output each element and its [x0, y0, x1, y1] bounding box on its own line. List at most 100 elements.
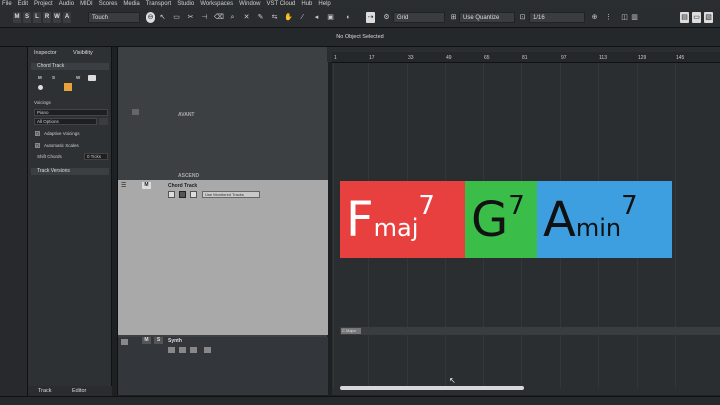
snap-grid-icon[interactable]: ⚙: [382, 12, 391, 23]
tab-visibility[interactable]: Visibility: [73, 50, 93, 56]
toolbar: M S L R W A Touch ⊖ ↖ ▭ ✂ ⊣ ⌫ ⌕ ✕ ✎ ⇆ ✋ …: [0, 8, 720, 28]
snap-type-select[interactable]: Grid: [393, 12, 445, 23]
automation-mode-select[interactable]: Touch: [88, 12, 140, 23]
synth-mute-button[interactable]: M: [142, 337, 151, 344]
draw-tool-icon[interactable]: ✎: [256, 12, 265, 23]
write-automation-button[interactable]: W: [53, 12, 61, 23]
color-menu-icon[interactable]: ◐: [344, 12, 353, 23]
chord-event-fmaj7[interactable]: F maj 7: [340, 181, 465, 258]
chord-track-icon: ☰: [121, 183, 127, 189]
synth-edit-icon[interactable]: [204, 347, 211, 353]
erase-tool-icon[interactable]: ⌫: [214, 12, 224, 23]
line-tool-icon[interactable]: ⁄: [298, 12, 307, 23]
constrain-delay-icon[interactable]: ⊖: [146, 12, 155, 23]
menu-project[interactable]: Project: [34, 1, 53, 7]
synth-write-icon[interactable]: [190, 347, 197, 353]
horizontal-scrollbar[interactable]: [340, 386, 524, 390]
monitor-dot-icon[interactable]: [38, 85, 43, 90]
chord-track-lock-icon[interactable]: [179, 191, 186, 198]
tab-track[interactable]: Track: [38, 388, 52, 394]
solo-all-button[interactable]: S: [23, 12, 31, 23]
read-automation-button[interactable]: R: [43, 12, 51, 23]
menu-workspaces[interactable]: Workspaces: [200, 1, 233, 7]
mixer-icon[interactable]: ▥: [630, 12, 639, 23]
shift-chords-field[interactable]: 0 Ticks: [84, 153, 108, 160]
menu-file[interactable]: File: [2, 1, 12, 7]
tab-inspector[interactable]: Inspector: [34, 50, 57, 56]
mute-all-button[interactable]: M: [13, 12, 21, 23]
quantize-value-select[interactable]: 1/16: [529, 12, 585, 23]
menu-help[interactable]: Help: [318, 1, 330, 7]
ruler-tick: 1: [334, 55, 337, 61]
pointer-tool-icon[interactable]: ↖: [158, 12, 167, 23]
menu-audio[interactable]: Audio: [59, 1, 74, 7]
automatic-scales-checkbox[interactable]: ✓: [35, 143, 40, 148]
menu-media[interactable]: Media: [123, 1, 139, 7]
play-tool-icon[interactable]: ◂: [312, 12, 321, 23]
quantize-icon[interactable]: ⊞: [449, 12, 458, 23]
track-avant[interactable]: AVANT: [178, 112, 194, 118]
chord-track-mute-button[interactable]: M: [142, 182, 151, 189]
split-tool-icon[interactable]: ✂: [186, 12, 195, 23]
tab-editor[interactable]: Editor: [72, 388, 86, 394]
show-left-zone-icon[interactable]: ▤: [680, 12, 689, 23]
ruler-tick: 33: [408, 55, 414, 61]
inspector-mute-button[interactable]: M: [38, 75, 42, 80]
shift-chords-label: Shift Chords: [37, 154, 62, 159]
listen-button[interactable]: L: [33, 12, 41, 23]
menu-studio[interactable]: Studio: [177, 1, 194, 7]
synth-solo-button[interactable]: S: [154, 337, 163, 344]
adaptive-voicings-checkbox[interactable]: ✓: [35, 131, 40, 136]
grid-settings-icon[interactable]: ⋮: [604, 12, 613, 23]
glue-tool-icon[interactable]: ⊣: [200, 12, 209, 23]
inspector-solo-button[interactable]: S: [52, 75, 55, 80]
hand-tool-icon[interactable]: ✋: [284, 12, 293, 23]
show-lower-zone-icon[interactable]: ▭: [692, 12, 701, 23]
menu-vst-cloud[interactable]: VST Cloud: [266, 1, 295, 7]
range-tool-icon[interactable]: ▭: [172, 12, 181, 23]
menu-window[interactable]: Window: [239, 1, 260, 7]
media-bay-icon[interactable]: ◫: [620, 12, 629, 23]
section-track-versions[interactable]: Track Versions: [31, 168, 109, 175]
synth-read-icon[interactable]: [179, 347, 186, 353]
show-right-zone-icon[interactable]: ▧: [704, 12, 713, 23]
quantize-preset-icon[interactable]: ⊡: [518, 12, 527, 23]
inspector-panel: Inspector Visibility Chord Track M S W V…: [28, 47, 112, 405]
zoom-tool-icon[interactable]: ⌕: [228, 12, 237, 23]
timeline-ruler[interactable]: 1 17 33 49 65 81 97 113 129 145: [332, 52, 720, 63]
chord-track-monitor-icon[interactable]: [168, 191, 175, 198]
automation-a-button[interactable]: A: [63, 12, 71, 23]
options-select[interactable]: All Options: [34, 118, 97, 125]
adaptive-voicings-label: Adaptive Voicings: [44, 131, 80, 136]
quantize-type-select[interactable]: Use Quantize: [459, 12, 515, 23]
chord-event-g7[interactable]: G 7: [465, 181, 537, 258]
comp-tool-icon[interactable]: ⇆: [270, 12, 279, 23]
menu-transport[interactable]: Transport: [146, 1, 171, 7]
voicing-select[interactable]: Piano: [34, 109, 108, 116]
menu-hub[interactable]: Hub: [301, 1, 312, 7]
monitored-tracks-select[interactable]: Use Monitored Tracks: [202, 191, 260, 198]
chord-track-link-icon[interactable]: [190, 191, 197, 198]
chord-event-amin7[interactable]: A min 7: [537, 181, 672, 258]
scale-lane[interactable]: C Major: [340, 327, 720, 335]
track-ascend[interactable]: ASCEND: [178, 173, 199, 179]
synth-track-header[interactable]: [118, 337, 328, 395]
active-icon[interactable]: [64, 83, 72, 91]
snap-toggle-icon[interactable]: ⇢: [366, 12, 375, 23]
inspector-write-button[interactable]: W: [76, 75, 80, 80]
section-chord-track[interactable]: Chord Track: [31, 63, 109, 70]
menu-edit[interactable]: Edit: [18, 1, 28, 7]
mute-tool-icon[interactable]: ✕: [242, 12, 251, 23]
inspector-edit-icon[interactable]: [88, 75, 96, 81]
menu-scores[interactable]: Scores: [99, 1, 118, 7]
synth-track-name[interactable]: Synth: [168, 338, 182, 344]
chord-track-header[interactable]: [118, 180, 328, 335]
chord-track-name[interactable]: Chord Track: [168, 183, 197, 189]
options-settings-icon[interactable]: [99, 118, 108, 125]
scale-event[interactable]: C Major: [341, 328, 361, 334]
chord-extension: 7: [621, 191, 638, 221]
synth-monitor-icon[interactable]: [168, 347, 175, 353]
menu-midi[interactable]: MIDI: [80, 1, 93, 7]
iterative-quantize-icon[interactable]: ⊕: [590, 12, 599, 23]
color-tool-icon[interactable]: ▣: [326, 12, 335, 23]
